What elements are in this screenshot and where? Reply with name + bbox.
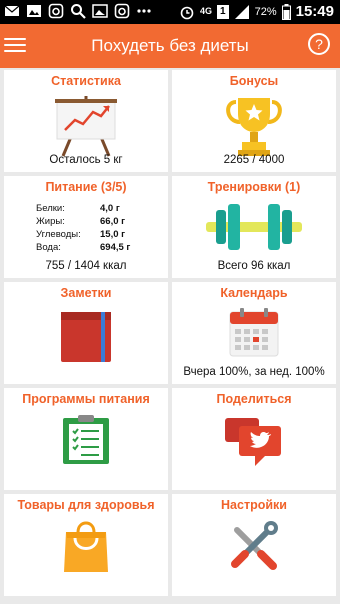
notebook-icon bbox=[61, 312, 111, 362]
tile-caption: 2265 / 4000 bbox=[223, 154, 285, 166]
tile-nutrition[interactable]: Питание (3/5) Белки: 4,0 г Жиры: 66,0 г Уг… bbox=[4, 176, 168, 278]
dumbbell-icon bbox=[206, 204, 302, 250]
battery-percent: 72% bbox=[254, 5, 277, 18]
instagram-icon bbox=[48, 3, 64, 19]
tile-notes[interactable]: Заметки bbox=[4, 282, 168, 384]
tile-settings[interactable]: Настройки bbox=[172, 494, 336, 596]
tile-title: Поделиться bbox=[216, 392, 292, 406]
tile-meal-programs[interactable]: Программы питания bbox=[4, 388, 168, 490]
tile-title: Товары для здоровья bbox=[17, 498, 155, 512]
sim-badge: 1 bbox=[217, 4, 229, 19]
calendar-icon bbox=[229, 308, 279, 357]
tile-statistics[interactable]: Статистика Осталось 5 кг bbox=[4, 70, 168, 172]
tile-title: Программы питания bbox=[22, 392, 150, 406]
nutrient-list: Белки: 4,0 г Жиры: 66,0 г Углеводы: 15,0 г … bbox=[36, 202, 130, 254]
clock: 15:49 bbox=[295, 3, 334, 20]
nutrient-row-water: Вода: 694,5 г bbox=[36, 242, 131, 253]
tile-share[interactable]: Поделиться bbox=[172, 388, 336, 490]
tile-bonuses[interactable]: Бонусы 2265 / 4000 bbox=[172, 70, 336, 172]
twitter-share-icon bbox=[225, 418, 281, 466]
more-icon bbox=[137, 9, 151, 13]
tile-title: Тренировки (1) bbox=[207, 180, 301, 194]
tools-icon bbox=[231, 521, 278, 570]
battery-icon bbox=[281, 3, 291, 20]
shopping-bag-icon bbox=[64, 521, 108, 572]
help-button[interactable]: ? bbox=[308, 33, 330, 55]
tile-title: Календарь bbox=[220, 286, 288, 300]
search-icon bbox=[71, 4, 86, 19]
status-bar: 4G 1 72% 15:49 bbox=[0, 0, 340, 24]
alarm-icon bbox=[180, 6, 194, 19]
trophy-icon bbox=[226, 98, 282, 156]
nutrient-row-carbs: Углеводы: 15,0 г bbox=[36, 229, 126, 240]
tile-caption: Всего 96 ккал bbox=[217, 260, 291, 272]
mail-icon bbox=[4, 5, 20, 16]
chart-easel-icon bbox=[55, 96, 117, 157]
network-type: 4G bbox=[200, 6, 213, 16]
tile-title: Статистика bbox=[51, 74, 121, 88]
tile-health-products[interactable]: Товары для здоровья bbox=[4, 494, 168, 596]
tile-title: Заметки bbox=[60, 286, 112, 300]
tile-workouts[interactable]: Тренировки (1) Всего 96 ккал bbox=[172, 176, 336, 278]
nutrient-row-protein: Белки: 4,0 г bbox=[36, 203, 120, 214]
tile-caption: 755 / 1404 ккал bbox=[45, 260, 127, 272]
nutrient-row-fat: Жиры: 66,0 г bbox=[36, 216, 126, 227]
page-title: Похудеть без диеты bbox=[91, 36, 249, 55]
instagram-icon-2 bbox=[114, 3, 130, 19]
tile-title: Настройки bbox=[221, 498, 287, 512]
tile-caption: Вчера 100%, за нед. 100% bbox=[183, 366, 325, 378]
signal-icon bbox=[234, 4, 249, 19]
clipboard-icon bbox=[63, 415, 109, 464]
app-bar: Похудеть без диеты ? bbox=[0, 24, 340, 68]
image-icon bbox=[92, 4, 108, 18]
tile-calendar[interactable]: Календарь Вчера 100%, за нед. 100% bbox=[172, 282, 336, 384]
gallery-icon bbox=[27, 5, 41, 17]
tile-caption: Осталось 5 кг bbox=[49, 154, 123, 166]
tile-title: Бонусы bbox=[229, 74, 279, 88]
tile-title: Питание (3/5) bbox=[45, 180, 127, 194]
